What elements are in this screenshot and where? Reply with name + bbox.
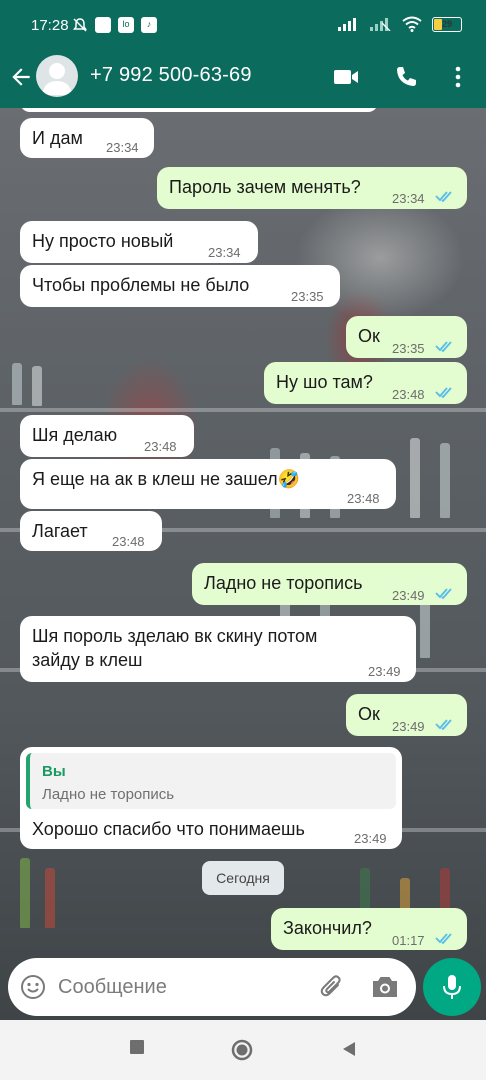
message-text: Ладно не торопись [204, 573, 363, 593]
music-icon: ♪ [141, 17, 157, 33]
message-text: И дам [32, 128, 83, 148]
message-text: Закончил? [283, 918, 372, 938]
message-time: 23:35 [392, 341, 425, 356]
message-time: 23:48 [144, 439, 177, 454]
message-time: 23:48 [347, 491, 380, 506]
message-time: 23:49 [392, 588, 425, 603]
default-avatar-icon [42, 63, 72, 95]
quote-author: Вы [42, 763, 66, 780]
message-time: 01:17 [392, 933, 425, 948]
status-time: 17:28 [31, 17, 69, 34]
message-text: Ок [358, 704, 380, 724]
read-receipt-icon [435, 191, 452, 202]
message-input[interactable] [58, 970, 308, 1004]
message-text: Ну просто новый [32, 231, 174, 251]
quote-text: Ладно не торопись [42, 786, 175, 803]
message-text: Чтобы проблемы не было [32, 275, 250, 295]
message-bubble-outgoing[interactable]: Ладно не торопись 23:49 [192, 563, 467, 605]
message-bubble-incoming[interactable]: Я еще на ак в клеш не зашел🤣 23:48 [20, 459, 396, 509]
message-time: 23:48 [112, 534, 145, 549]
message-time: 23:49 [368, 664, 401, 679]
app-notification-icon [95, 17, 111, 33]
read-receipt-icon [435, 719, 452, 730]
message-bubble-partial [20, 108, 378, 112]
system-nav-bar [0, 1020, 486, 1080]
video-call-icon[interactable] [331, 62, 361, 92]
message-time: 23:49 [392, 719, 425, 734]
battery-level: 29 [441, 18, 452, 29]
more-vert-icon[interactable] [443, 62, 473, 92]
message-text: Я еще на ак в клеш не зашел [32, 469, 278, 489]
message-time: 23:34 [106, 140, 139, 155]
message-text: Хорошо спасибо что понимаешь [32, 819, 305, 839]
rofl-emoji-icon: 🤣 [277, 469, 301, 489]
battery-icon: 29 [432, 16, 462, 32]
home-icon[interactable] [230, 1038, 254, 1062]
chat-area[interactable]: И дам 23:34 Пароль зачем менять? 23:34 Н… [0, 108, 486, 1020]
message-text: Ну шо там? [276, 372, 373, 392]
message-bubble-incoming[interactable]: И дам 23:34 [20, 118, 154, 158]
mic-icon [443, 975, 461, 999]
quoted-message[interactable]: Вы Ладно не торопись [26, 753, 396, 809]
mute-bell-icon [73, 18, 87, 32]
chat-header: +7 992 500-63-69 [0, 52, 486, 108]
message-time: 23:49 [354, 831, 387, 846]
message-time: 23:34 [208, 245, 241, 260]
message-bubble-incoming[interactable]: Лагает 23:48 [20, 511, 162, 551]
message-bubble-incoming[interactable]: Ну просто новый 23:34 [20, 221, 258, 263]
read-receipt-icon [435, 341, 452, 352]
message-bubble-outgoing[interactable]: Закончил? 01:17 [271, 908, 467, 950]
notification-icons: lo ♪ [72, 17, 157, 33]
message-bubble-outgoing[interactable]: Ок 23:49 [346, 694, 467, 736]
message-text: Ок [358, 326, 380, 346]
camera-icon[interactable] [370, 973, 400, 1001]
message-bubble-outgoing[interactable]: Ну шо там? 23:48 [264, 362, 467, 404]
signal-icon [338, 18, 356, 31]
message-text: Лагает [32, 521, 88, 541]
back-arrow-icon[interactable] [8, 64, 34, 90]
avatar[interactable] [36, 55, 78, 97]
message-bubble-incoming[interactable]: Шя пороль зделаю вк скину потом зайду в … [20, 616, 416, 682]
message-bubble-reply[interactable]: Вы Ладно не торопись Хорошо спасибо что … [20, 747, 402, 849]
attach-icon[interactable] [316, 972, 346, 1002]
message-text-line-2: зайду в клеш [32, 650, 143, 670]
wifi-icon [402, 16, 422, 32]
recents-icon[interactable] [128, 1038, 146, 1056]
signal-2-icon [370, 18, 391, 31]
status-bar: 17:28 lo ♪ 29 [0, 0, 486, 52]
message-bubble-outgoing[interactable]: Пароль зачем менять? 23:34 [157, 167, 467, 209]
date-separator: Сегодня [202, 861, 284, 895]
read-receipt-icon [435, 933, 452, 944]
message-time: 23:35 [291, 289, 324, 304]
read-receipt-icon [435, 588, 452, 599]
message-time: 23:34 [392, 191, 425, 206]
message-text: Пароль зачем менять? [169, 177, 361, 197]
message-text-line-1: Шя пороль зделаю вк скину потом [32, 626, 318, 646]
message-time: 23:48 [392, 387, 425, 402]
lo-icon: lo [118, 17, 134, 33]
message-composer [8, 958, 416, 1016]
back-nav-icon[interactable] [340, 1040, 358, 1058]
message-text: Шя делаю [32, 425, 118, 445]
message-bubble-incoming[interactable]: Чтобы проблемы не было 23:35 [20, 265, 340, 307]
read-receipt-icon [435, 387, 452, 398]
contact-name[interactable]: +7 992 500-63-69 [90, 64, 252, 87]
message-bubble-outgoing[interactable]: Ок 23:35 [346, 316, 467, 358]
emoji-icon[interactable] [20, 974, 46, 1000]
voice-call-icon[interactable] [391, 62, 421, 92]
message-bubble-incoming[interactable]: Шя делаю 23:48 [20, 415, 194, 457]
mic-button[interactable] [423, 958, 481, 1016]
